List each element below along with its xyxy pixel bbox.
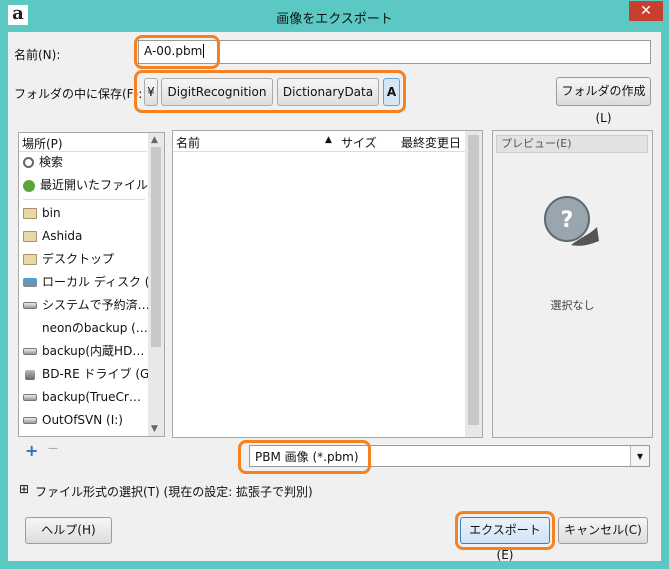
dialog-body: 名前(N): A-00.pbm フォルダの中に保存(F): ¥ DigitRec…: [8, 32, 661, 562]
drive-icon: [23, 394, 37, 401]
column-header-modified[interactable]: 最終変更日: [401, 134, 461, 151]
place-desktop[interactable]: デスクトップ: [23, 248, 114, 270]
breadcrumb-item-dictionarydata[interactable]: DictionaryData: [277, 78, 379, 106]
place-ashida[interactable]: Ashida: [23, 225, 82, 247]
drive-icon: [23, 348, 37, 355]
select-filetype-expander[interactable]: ファイル形式の選択(T) (現在の設定: 拡張子で判別): [35, 483, 313, 500]
create-folder-button[interactable]: フォルダの作成(L): [556, 77, 651, 125]
filetype-selected: PBM 画像 (*.pbm): [255, 450, 359, 464]
chevron-down-icon[interactable]: ▾: [630, 446, 649, 466]
breadcrumb-root[interactable]: ¥: [144, 78, 158, 106]
places-divider: [23, 199, 145, 200]
places-header: 場所(P): [22, 137, 63, 151]
column-header-name[interactable]: 名前: [176, 134, 200, 151]
optical-drive-icon: [25, 369, 35, 380]
place-bin[interactable]: bin: [23, 202, 61, 224]
place-neon-backup[interactable]: neonのbackup (…: [42, 317, 148, 339]
name-label: 名前(N):: [14, 48, 61, 62]
folder-icon: [23, 208, 37, 219]
add-place-icon[interactable]: +: [25, 441, 38, 460]
svg-text:?: ?: [561, 208, 574, 233]
save-in-label: フォルダの中に保存(F):: [14, 87, 143, 101]
column-header-size[interactable]: サイズ: [341, 134, 377, 151]
places-panel: 場所(P) 検索 最近開いたファイル bin Ashida デスクトップ ローカ…: [18, 132, 165, 437]
preview-none-text: 選択なし: [550, 299, 595, 312]
folder-icon: [23, 231, 37, 242]
drive-icon: [23, 302, 37, 309]
title-bar: a 画像をエクスポート ✕: [0, 0, 669, 32]
scroll-down-icon[interactable]: ▼: [151, 424, 158, 434]
preview-label[interactable]: プレビュー(E): [496, 135, 648, 153]
question-icon: ?: [541, 193, 603, 258]
search-icon: [23, 157, 34, 168]
remove-place-icon[interactable]: —: [48, 443, 58, 454]
place-outofsvn[interactable]: OutOfSVN (I:): [23, 409, 123, 431]
file-list-panel: 名前 ▲ サイズ 最終変更日: [172, 130, 483, 438]
place-recent[interactable]: 最近開いたファイル: [23, 174, 148, 196]
drive-icon: [23, 417, 37, 424]
folder-icon: [23, 254, 37, 265]
window-title: 画像をエクスポート: [276, 12, 393, 27]
export-button[interactable]: エクスポート(E): [460, 517, 550, 562]
expand-icon[interactable]: ⊞: [19, 482, 29, 496]
filename-value: A-00.pbm: [144, 44, 203, 58]
place-search[interactable]: 検索: [23, 151, 63, 173]
help-button[interactable]: ヘルプ(H): [25, 517, 112, 544]
sort-ascending-icon: ▲: [325, 135, 332, 145]
recent-icon: [23, 179, 35, 192]
filetype-select[interactable]: PBM 画像 (*.pbm) ▾: [249, 445, 650, 467]
place-bd-re-drive[interactable]: BD-RE ドライブ (G:): [23, 363, 158, 385]
close-button[interactable]: ✕: [629, 1, 663, 21]
place-system-reserved[interactable]: システムで予約済…: [23, 294, 150, 316]
breadcrumb-item-a[interactable]: A: [383, 78, 400, 106]
file-list-scrollbar[interactable]: [465, 131, 482, 437]
place-backup-internal[interactable]: backup(内蔵HD…: [23, 340, 144, 362]
preview-panel: プレビュー(E) ? 選択なし: [492, 130, 653, 438]
header-divider: [173, 151, 465, 152]
filename-input[interactable]: A-00.pbm: [138, 40, 651, 64]
places-scrollbar[interactable]: ▲ ▼: [148, 133, 164, 436]
places-scroll-thumb[interactable]: [151, 147, 161, 347]
place-backup-truecrypt[interactable]: backup(TrueCr…: [23, 386, 141, 408]
cancel-button[interactable]: キャンセル(C): [558, 517, 648, 544]
place-local-disk-c[interactable]: ローカル ディスク (C:): [23, 271, 164, 293]
local-disk-icon: [23, 278, 37, 287]
file-list-scroll-thumb[interactable]: [468, 135, 479, 425]
breadcrumb-item-digitrecognition[interactable]: DigitRecognition: [161, 78, 273, 106]
scroll-up-icon[interactable]: ▲: [151, 135, 158, 145]
